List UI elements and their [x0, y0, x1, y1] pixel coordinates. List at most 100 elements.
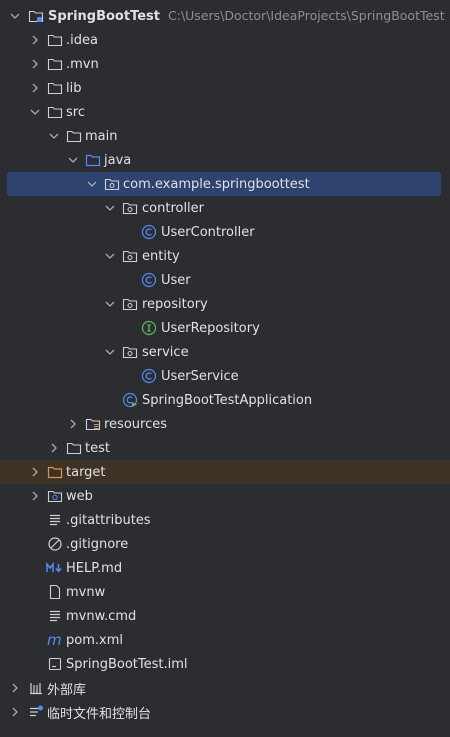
- tree-label: SpringBootTestApplication: [142, 392, 313, 408]
- chevron-right-icon[interactable]: [28, 489, 42, 503]
- tree-row-application[interactable]: SpringBootTestApplication: [0, 388, 450, 412]
- svg-text:m: m: [47, 632, 62, 648]
- tree-row-main[interactable]: main: [0, 124, 450, 148]
- chevron-down-icon[interactable]: [47, 129, 61, 143]
- tree-row-mvnw-cmd[interactable]: mvnw.cmd: [0, 604, 450, 628]
- tree-label: repository: [142, 296, 208, 312]
- tree-row-external-libraries[interactable]: 外部库: [0, 676, 450, 700]
- class-icon: [141, 272, 157, 288]
- tree-label: .gitignore: [66, 536, 129, 552]
- tree-row-pom[interactable]: m pom.xml: [0, 628, 450, 652]
- project-root-label: SpringBootTest C:\Users\Doctor\IdeaProjec…: [48, 8, 445, 24]
- tree-row-service[interactable]: service: [0, 340, 450, 364]
- tree-row-java[interactable]: java: [0, 148, 450, 172]
- tree-row-src[interactable]: src: [0, 100, 450, 124]
- tree-row-web[interactable]: web: [0, 484, 450, 508]
- tree-row-gitattributes[interactable]: .gitattributes: [0, 508, 450, 532]
- folder-icon: [47, 56, 63, 72]
- tree-row-package[interactable]: com.example.springboottest: [7, 172, 441, 196]
- tree-row-lib[interactable]: lib: [0, 76, 450, 100]
- chevron-down-icon[interactable]: [85, 177, 99, 191]
- tree-row-mvnw[interactable]: mvnw: [0, 580, 450, 604]
- tree-row-repository[interactable]: repository: [0, 292, 450, 316]
- runnable-class-icon: [122, 392, 138, 408]
- tree-row-mvn[interactable]: .mvn: [0, 52, 450, 76]
- module-file-icon: [47, 656, 63, 672]
- package-icon: [104, 176, 120, 192]
- tree-label: .gitattributes: [66, 512, 151, 528]
- text-file-icon: [47, 512, 63, 528]
- chevron-right-icon[interactable]: [8, 681, 22, 695]
- folder-icon: [47, 104, 63, 120]
- folder-icon: [47, 80, 63, 96]
- class-icon: [141, 224, 157, 240]
- chevron-down-icon[interactable]: [8, 9, 22, 23]
- tree-label: main: [85, 128, 118, 144]
- tree-label: .idea: [66, 32, 98, 48]
- tree-row-iml[interactable]: SpringBootTest.iml: [0, 652, 450, 676]
- chevron-right-icon[interactable]: [28, 57, 42, 71]
- chevron-down-icon[interactable]: [66, 153, 80, 167]
- chevron-down-icon[interactable]: [28, 105, 42, 119]
- tree-row-scratches[interactable]: 临时文件和控制台: [0, 700, 450, 724]
- tree-label: .mvn: [66, 56, 99, 72]
- tree-label: User: [161, 272, 191, 288]
- project-path: C:\Users\Doctor\IdeaProjects\SpringBootT…: [168, 8, 445, 23]
- chevron-right-icon[interactable]: [8, 705, 22, 719]
- interface-icon: [141, 320, 157, 336]
- tree-label: UserController: [161, 224, 255, 240]
- tree-row-idea[interactable]: .idea: [0, 28, 450, 52]
- folder-icon: [66, 440, 82, 456]
- file-icon: [47, 584, 63, 600]
- chevron-down-icon[interactable]: [103, 201, 117, 215]
- chevron-right-icon[interactable]: [66, 417, 80, 431]
- project-folder-icon: [28, 8, 44, 24]
- chevron-down-icon[interactable]: [103, 249, 117, 263]
- web-folder-icon: [47, 488, 63, 504]
- resources-folder-icon: [85, 416, 101, 432]
- tree-row-resources[interactable]: resources: [0, 412, 450, 436]
- tree-row-gitignore[interactable]: .gitignore: [0, 532, 450, 556]
- chevron-down-icon[interactable]: [103, 297, 117, 311]
- package-icon: [122, 344, 138, 360]
- tree-row-entity[interactable]: entity: [0, 244, 450, 268]
- tree-label: UserService: [161, 368, 239, 384]
- tree-label: pom.xml: [66, 632, 123, 648]
- source-folder-icon: [85, 152, 101, 168]
- tree-row-user-repository[interactable]: UserRepository: [0, 316, 450, 340]
- tree-label: src: [66, 104, 85, 120]
- folder-icon: [47, 32, 63, 48]
- tree-label: mvnw.cmd: [66, 608, 137, 624]
- chevron-right-icon[interactable]: [28, 465, 42, 479]
- tree-row-test[interactable]: test: [0, 436, 450, 460]
- tree-row-user-service[interactable]: UserService: [0, 364, 450, 388]
- chevron-right-icon[interactable]: [28, 81, 42, 95]
- ignore-file-icon: [47, 536, 63, 552]
- tree-row-target[interactable]: target: [0, 460, 450, 484]
- tree-row-help[interactable]: HELP.md: [0, 556, 450, 580]
- tree-label: resources: [104, 416, 168, 432]
- maven-icon: m: [46, 632, 64, 648]
- tree-label: target: [66, 464, 106, 480]
- tree-row-project-root[interactable]: SpringBootTest C:\Users\Doctor\IdeaProjec…: [0, 4, 450, 28]
- tree-row-user[interactable]: User: [0, 268, 450, 292]
- chevron-down-icon[interactable]: [103, 345, 117, 359]
- library-icon: [28, 680, 44, 696]
- markdown-icon: [46, 560, 64, 576]
- folder-icon: [66, 128, 82, 144]
- tree-label: UserRepository: [161, 320, 260, 336]
- tree-row-user-controller[interactable]: UserController: [0, 220, 450, 244]
- class-icon: [141, 368, 157, 384]
- tree-label: java: [104, 152, 132, 168]
- text-file-icon: [47, 608, 63, 624]
- tree-row-controller[interactable]: controller: [0, 196, 450, 220]
- package-icon: [122, 200, 138, 216]
- tree-label: 外部库: [47, 682, 87, 698]
- chevron-right-icon[interactable]: [28, 33, 42, 47]
- package-icon: [122, 248, 138, 264]
- scratches-icon: [28, 704, 44, 720]
- chevron-right-icon[interactable]: [47, 441, 61, 455]
- tree-label: 临时文件和控制台: [47, 706, 152, 722]
- tree-label: lib: [66, 80, 82, 96]
- excluded-folder-icon: [47, 464, 63, 480]
